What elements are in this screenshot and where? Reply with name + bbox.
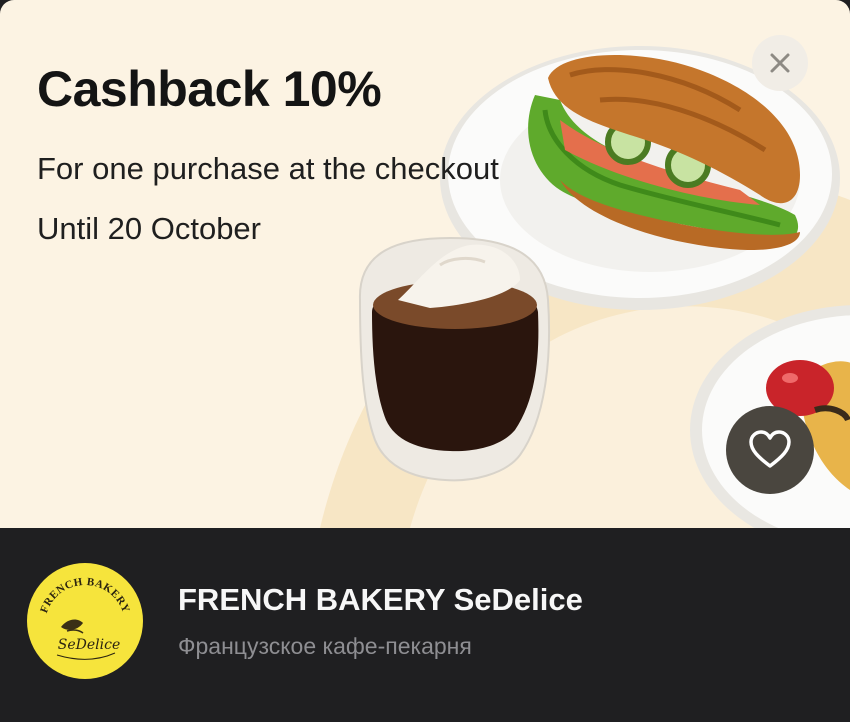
business-description: Французское кафе-пекарня — [178, 633, 472, 659]
promo-title: Cashback 10% — [37, 61, 382, 117]
close-icon — [770, 53, 790, 73]
promo-card[interactable]: Cashback 10% For one purchase at the che… — [0, 0, 850, 722]
promo-expiry: Until 20 October — [37, 211, 261, 246]
coffee-glass — [358, 236, 551, 482]
heart-outline-icon — [749, 430, 791, 468]
favorite-button[interactable] — [726, 406, 814, 494]
promo-banner[interactable]: Cashback 10% For one purchase at the che… — [0, 0, 850, 528]
business-logo: FRENCH BAKERY SeDelice — [27, 563, 143, 679]
svg-text:FRENCH BAKERY: FRENCH BAKERY — [38, 576, 132, 615]
business-name[interactable]: FRENCH BAKERY SeDelice — [178, 582, 583, 618]
svg-text:SeDelice: SeDelice — [58, 637, 120, 653]
bakery-logo-icon: FRENCH BAKERY SeDelice — [38, 576, 132, 660]
promo-subtitle: For one purchase at the checkout — [37, 151, 499, 186]
close-button[interactable] — [752, 35, 808, 91]
